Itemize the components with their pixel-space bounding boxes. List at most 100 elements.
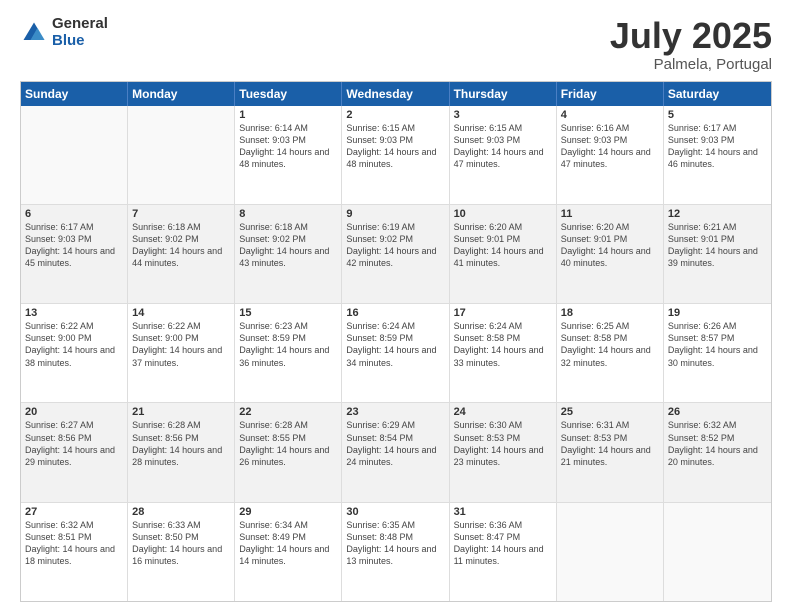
- day-number: 9: [346, 208, 444, 220]
- day-number: 2: [346, 109, 444, 121]
- day-cell-25: 25Sunrise: 6:31 AMSunset: 8:53 PMDayligh…: [557, 403, 664, 501]
- day-cell-21: 21Sunrise: 6:28 AMSunset: 8:56 PMDayligh…: [128, 403, 235, 501]
- day-number: 13: [25, 307, 123, 319]
- day-info: Sunrise: 6:22 AMSunset: 9:00 PMDaylight:…: [132, 320, 230, 369]
- day-cell-16: 16Sunrise: 6:24 AMSunset: 8:59 PMDayligh…: [342, 304, 449, 402]
- day-info: Sunrise: 6:30 AMSunset: 8:53 PMDaylight:…: [454, 419, 552, 468]
- day-number: 22: [239, 406, 337, 418]
- day-info: Sunrise: 6:22 AMSunset: 9:00 PMDaylight:…: [25, 320, 123, 369]
- title-block: July 2025 Palmela, Portugal: [610, 16, 772, 73]
- day-cell-1: 1Sunrise: 6:14 AMSunset: 9:03 PMDaylight…: [235, 106, 342, 204]
- day-cell-4: 4Sunrise: 6:16 AMSunset: 9:03 PMDaylight…: [557, 106, 664, 204]
- day-info: Sunrise: 6:19 AMSunset: 9:02 PMDaylight:…: [346, 221, 444, 270]
- day-number: 7: [132, 208, 230, 220]
- day-number: 1: [239, 109, 337, 121]
- day-number: 3: [454, 109, 552, 121]
- day-info: Sunrise: 6:32 AMSunset: 8:52 PMDaylight:…: [668, 419, 767, 468]
- day-number: 29: [239, 506, 337, 518]
- day-number: 21: [132, 406, 230, 418]
- empty-cell: [128, 106, 235, 204]
- day-cell-11: 11Sunrise: 6:20 AMSunset: 9:01 PMDayligh…: [557, 205, 664, 303]
- day-cell-10: 10Sunrise: 6:20 AMSunset: 9:01 PMDayligh…: [450, 205, 557, 303]
- day-cell-22: 22Sunrise: 6:28 AMSunset: 8:55 PMDayligh…: [235, 403, 342, 501]
- day-info: Sunrise: 6:31 AMSunset: 8:53 PMDaylight:…: [561, 419, 659, 468]
- day-number: 4: [561, 109, 659, 121]
- day-number: 27: [25, 506, 123, 518]
- day-cell-28: 28Sunrise: 6:33 AMSunset: 8:50 PMDayligh…: [128, 503, 235, 601]
- day-info: Sunrise: 6:18 AMSunset: 9:02 PMDaylight:…: [132, 221, 230, 270]
- logo-text: General Blue: [52, 16, 108, 49]
- day-number: 24: [454, 406, 552, 418]
- day-number: 26: [668, 406, 767, 418]
- empty-cell: [21, 106, 128, 204]
- header-day-friday: Friday: [557, 82, 664, 106]
- logo-blue: Blue: [52, 33, 108, 50]
- day-info: Sunrise: 6:21 AMSunset: 9:01 PMDaylight:…: [668, 221, 767, 270]
- day-cell-14: 14Sunrise: 6:22 AMSunset: 9:00 PMDayligh…: [128, 304, 235, 402]
- day-number: 20: [25, 406, 123, 418]
- day-info: Sunrise: 6:20 AMSunset: 9:01 PMDaylight:…: [454, 221, 552, 270]
- day-info: Sunrise: 6:15 AMSunset: 9:03 PMDaylight:…: [454, 122, 552, 171]
- day-info: Sunrise: 6:28 AMSunset: 8:56 PMDaylight:…: [132, 419, 230, 468]
- header-day-tuesday: Tuesday: [235, 82, 342, 106]
- day-cell-8: 8Sunrise: 6:18 AMSunset: 9:02 PMDaylight…: [235, 205, 342, 303]
- logo: General Blue: [20, 16, 108, 49]
- day-info: Sunrise: 6:17 AMSunset: 9:03 PMDaylight:…: [25, 221, 123, 270]
- calendar-body: 1Sunrise: 6:14 AMSunset: 9:03 PMDaylight…: [21, 106, 771, 601]
- day-info: Sunrise: 6:29 AMSunset: 8:54 PMDaylight:…: [346, 419, 444, 468]
- calendar-week-4: 20Sunrise: 6:27 AMSunset: 8:56 PMDayligh…: [21, 402, 771, 501]
- calendar-week-2: 6Sunrise: 6:17 AMSunset: 9:03 PMDaylight…: [21, 204, 771, 303]
- header-day-wednesday: Wednesday: [342, 82, 449, 106]
- day-cell-15: 15Sunrise: 6:23 AMSunset: 8:59 PMDayligh…: [235, 304, 342, 402]
- title-location: Palmela, Portugal: [610, 56, 772, 73]
- day-number: 25: [561, 406, 659, 418]
- day-cell-20: 20Sunrise: 6:27 AMSunset: 8:56 PMDayligh…: [21, 403, 128, 501]
- day-number: 17: [454, 307, 552, 319]
- day-number: 19: [668, 307, 767, 319]
- day-info: Sunrise: 6:25 AMSunset: 8:58 PMDaylight:…: [561, 320, 659, 369]
- logo-icon: [20, 19, 48, 47]
- day-info: Sunrise: 6:33 AMSunset: 8:50 PMDaylight:…: [132, 519, 230, 568]
- day-cell-29: 29Sunrise: 6:34 AMSunset: 8:49 PMDayligh…: [235, 503, 342, 601]
- day-info: Sunrise: 6:34 AMSunset: 8:49 PMDaylight:…: [239, 519, 337, 568]
- day-number: 6: [25, 208, 123, 220]
- day-info: Sunrise: 6:26 AMSunset: 8:57 PMDaylight:…: [668, 320, 767, 369]
- day-cell-13: 13Sunrise: 6:22 AMSunset: 9:00 PMDayligh…: [21, 304, 128, 402]
- day-number: 11: [561, 208, 659, 220]
- header-day-saturday: Saturday: [664, 82, 771, 106]
- day-number: 12: [668, 208, 767, 220]
- day-cell-30: 30Sunrise: 6:35 AMSunset: 8:48 PMDayligh…: [342, 503, 449, 601]
- day-cell-31: 31Sunrise: 6:36 AMSunset: 8:47 PMDayligh…: [450, 503, 557, 601]
- day-info: Sunrise: 6:32 AMSunset: 8:51 PMDaylight:…: [25, 519, 123, 568]
- day-number: 28: [132, 506, 230, 518]
- day-cell-5: 5Sunrise: 6:17 AMSunset: 9:03 PMDaylight…: [664, 106, 771, 204]
- day-info: Sunrise: 6:36 AMSunset: 8:47 PMDaylight:…: [454, 519, 552, 568]
- empty-cell: [664, 503, 771, 601]
- day-cell-18: 18Sunrise: 6:25 AMSunset: 8:58 PMDayligh…: [557, 304, 664, 402]
- day-info: Sunrise: 6:16 AMSunset: 9:03 PMDaylight:…: [561, 122, 659, 171]
- calendar-week-1: 1Sunrise: 6:14 AMSunset: 9:03 PMDaylight…: [21, 106, 771, 204]
- day-number: 5: [668, 109, 767, 121]
- day-number: 18: [561, 307, 659, 319]
- day-info: Sunrise: 6:15 AMSunset: 9:03 PMDaylight:…: [346, 122, 444, 171]
- day-cell-24: 24Sunrise: 6:30 AMSunset: 8:53 PMDayligh…: [450, 403, 557, 501]
- day-cell-6: 6Sunrise: 6:17 AMSunset: 9:03 PMDaylight…: [21, 205, 128, 303]
- day-cell-7: 7Sunrise: 6:18 AMSunset: 9:02 PMDaylight…: [128, 205, 235, 303]
- day-info: Sunrise: 6:27 AMSunset: 8:56 PMDaylight:…: [25, 419, 123, 468]
- day-info: Sunrise: 6:20 AMSunset: 9:01 PMDaylight:…: [561, 221, 659, 270]
- day-cell-23: 23Sunrise: 6:29 AMSunset: 8:54 PMDayligh…: [342, 403, 449, 501]
- day-info: Sunrise: 6:18 AMSunset: 9:02 PMDaylight:…: [239, 221, 337, 270]
- day-cell-19: 19Sunrise: 6:26 AMSunset: 8:57 PMDayligh…: [664, 304, 771, 402]
- day-info: Sunrise: 6:17 AMSunset: 9:03 PMDaylight:…: [668, 122, 767, 171]
- day-cell-27: 27Sunrise: 6:32 AMSunset: 8:51 PMDayligh…: [21, 503, 128, 601]
- day-cell-12: 12Sunrise: 6:21 AMSunset: 9:01 PMDayligh…: [664, 205, 771, 303]
- day-info: Sunrise: 6:14 AMSunset: 9:03 PMDaylight:…: [239, 122, 337, 171]
- day-info: Sunrise: 6:35 AMSunset: 8:48 PMDaylight:…: [346, 519, 444, 568]
- day-cell-9: 9Sunrise: 6:19 AMSunset: 9:02 PMDaylight…: [342, 205, 449, 303]
- day-number: 30: [346, 506, 444, 518]
- empty-cell: [557, 503, 664, 601]
- day-number: 31: [454, 506, 552, 518]
- day-number: 10: [454, 208, 552, 220]
- calendar-header: SundayMondayTuesdayWednesdayThursdayFrid…: [21, 82, 771, 106]
- page: General Blue July 2025 Palmela, Portugal…: [0, 0, 792, 612]
